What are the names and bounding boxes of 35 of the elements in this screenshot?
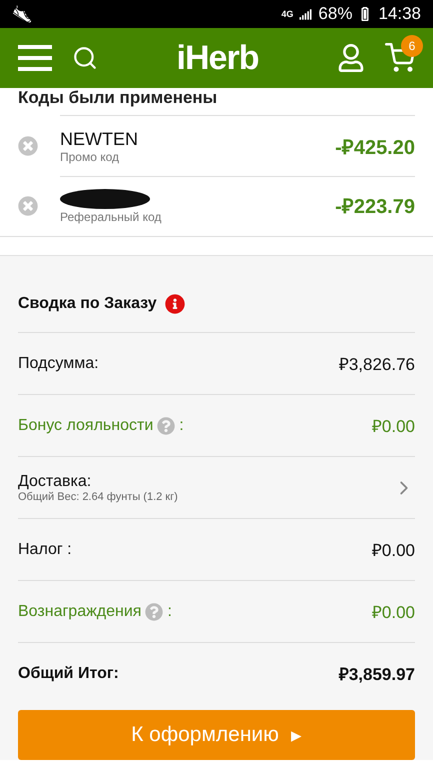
row-label: Доставка: — [18, 472, 92, 490]
code-type: Реферальный код — [60, 210, 162, 224]
weight-note: Общий Вес: 2.64 фунты (1.2 кг) — [18, 490, 179, 502]
section-title: Коды были применены — [17, 88, 218, 108]
logo[interactable]: iHerb — [176, 38, 258, 78]
cart-icon[interactable] — [385, 43, 416, 73]
row-label: Бонус лояльности — [18, 416, 154, 434]
row-value: ₽0.00 — [372, 540, 415, 561]
cart-count-badge: 6 — [401, 35, 424, 57]
discount-amount: -₽425.20 — [335, 136, 415, 160]
row-value: ₽3,826.76 — [338, 354, 415, 375]
row-value: ₽0.00 — [372, 416, 415, 437]
shipping-row[interactable]: Доставка: Общий Вес: 2.64 фунты (1.2 кг) — [18, 456, 415, 518]
row-value: ₽3,859.97 — [338, 664, 415, 685]
discount-amount: -₽223.79 — [335, 195, 415, 219]
row-label: Вознаграждения — [18, 602, 142, 620]
clock: 14:38 — [378, 4, 421, 24]
row-label: Общий Итог: — [18, 664, 119, 682]
checkout-button[interactable]: К оформлению ▸ — [18, 710, 415, 760]
search-icon[interactable] — [72, 45, 98, 71]
shoe-icon — [12, 4, 32, 24]
summary-title: Сводка по Заказу — [18, 295, 157, 313]
row-label: Налог : — [18, 540, 72, 558]
colon: : — [179, 416, 184, 434]
row-label: Подсумма: — [18, 354, 99, 372]
promo-code: NEWTEN — [60, 128, 139, 150]
code-type: Промо код — [60, 150, 120, 164]
row-value: ₽0.00 — [372, 602, 415, 623]
network-label: 4G — [281, 9, 294, 19]
info-icon[interactable] — [164, 294, 185, 314]
signal-icon — [299, 8, 312, 20]
menu-icon[interactable] — [18, 45, 52, 71]
user-icon[interactable] — [337, 44, 366, 72]
colon: : — [167, 602, 172, 620]
battery-percent: 68% — [318, 4, 352, 24]
